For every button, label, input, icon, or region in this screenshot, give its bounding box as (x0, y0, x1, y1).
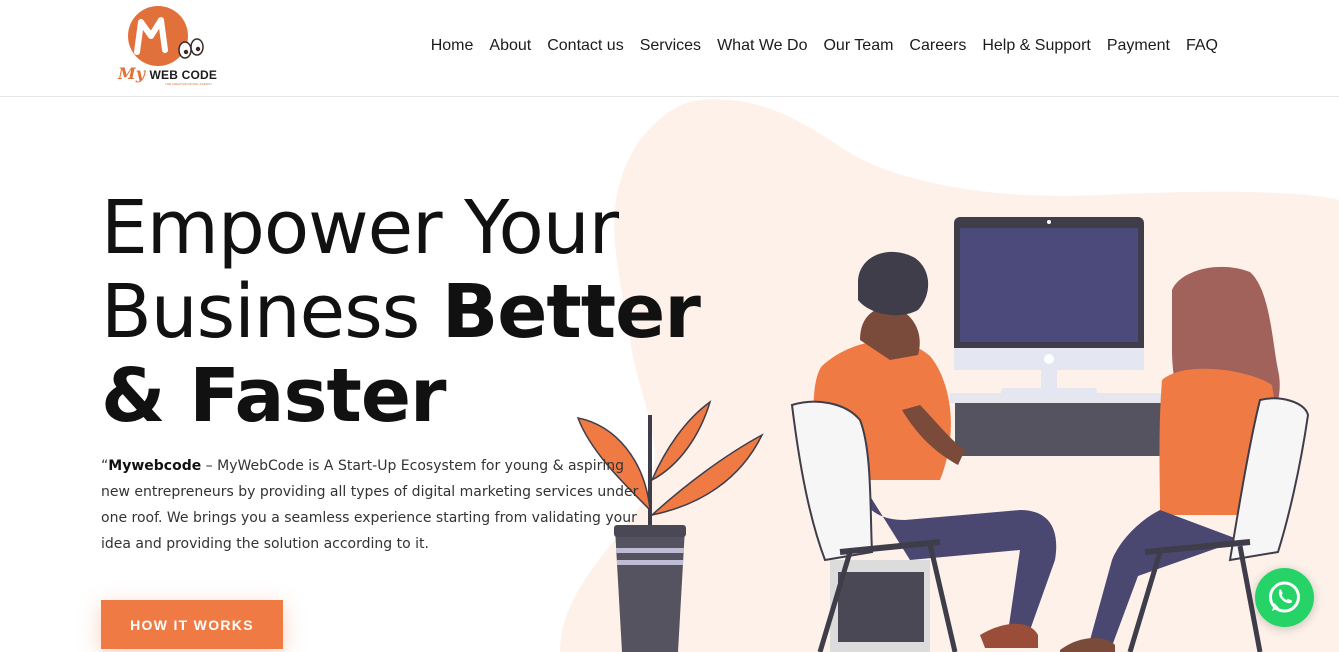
whatsapp-button[interactable] (1255, 568, 1314, 627)
brand-logo[interactable]: My WEB CODE THE CREATIVE DIGITAL AGENCY (115, 6, 217, 90)
nav-our-team[interactable]: Our Team (823, 36, 893, 56)
whatsapp-icon (1269, 581, 1300, 613)
nav-payment[interactable]: Payment (1107, 36, 1170, 56)
logo-webcode-text: WEB CODE (149, 68, 218, 82)
site-header: My WEB CODE THE CREATIVE DIGITAL AGENCY … (0, 0, 1339, 97)
hero-headline-line1: Empower Your (101, 185, 619, 271)
monitor-illustration (954, 217, 1144, 395)
nav-home[interactable]: Home (431, 36, 474, 56)
logo-tagline: THE CREATIVE DIGITAL AGENCY (165, 82, 213, 86)
logo-my-text: My (118, 64, 146, 83)
nav-help-support[interactable]: Help & Support (982, 36, 1091, 56)
how-it-works-button[interactable]: HOW IT WORKS (101, 600, 283, 649)
nav-faq[interactable]: FAQ (1186, 36, 1218, 56)
hero-headline-line3: & Faster (101, 353, 447, 439)
logo-wordmark: My WEB CODE (118, 64, 217, 84)
desc-brand: Mywebcode (108, 458, 202, 474)
nav-about[interactable]: About (489, 36, 531, 56)
logo-mascot-icon (128, 6, 204, 66)
nav-careers[interactable]: Careers (909, 36, 966, 56)
nav-what-we-do[interactable]: What We Do (717, 36, 807, 56)
nav-contact-us[interactable]: Contact us (547, 36, 623, 56)
main-nav: Home About Contact us Services What We D… (431, 36, 1218, 56)
hero-headline-line2-thin: Business (101, 269, 442, 355)
nav-services[interactable]: Services (640, 36, 701, 56)
hero-headline-line2-bold: Better (441, 269, 701, 355)
hero-description: “Mywebcode – MyWebCode is A Start-Up Eco… (101, 453, 641, 557)
hero-headline: Empower Your Business Better & Faster (101, 185, 701, 439)
